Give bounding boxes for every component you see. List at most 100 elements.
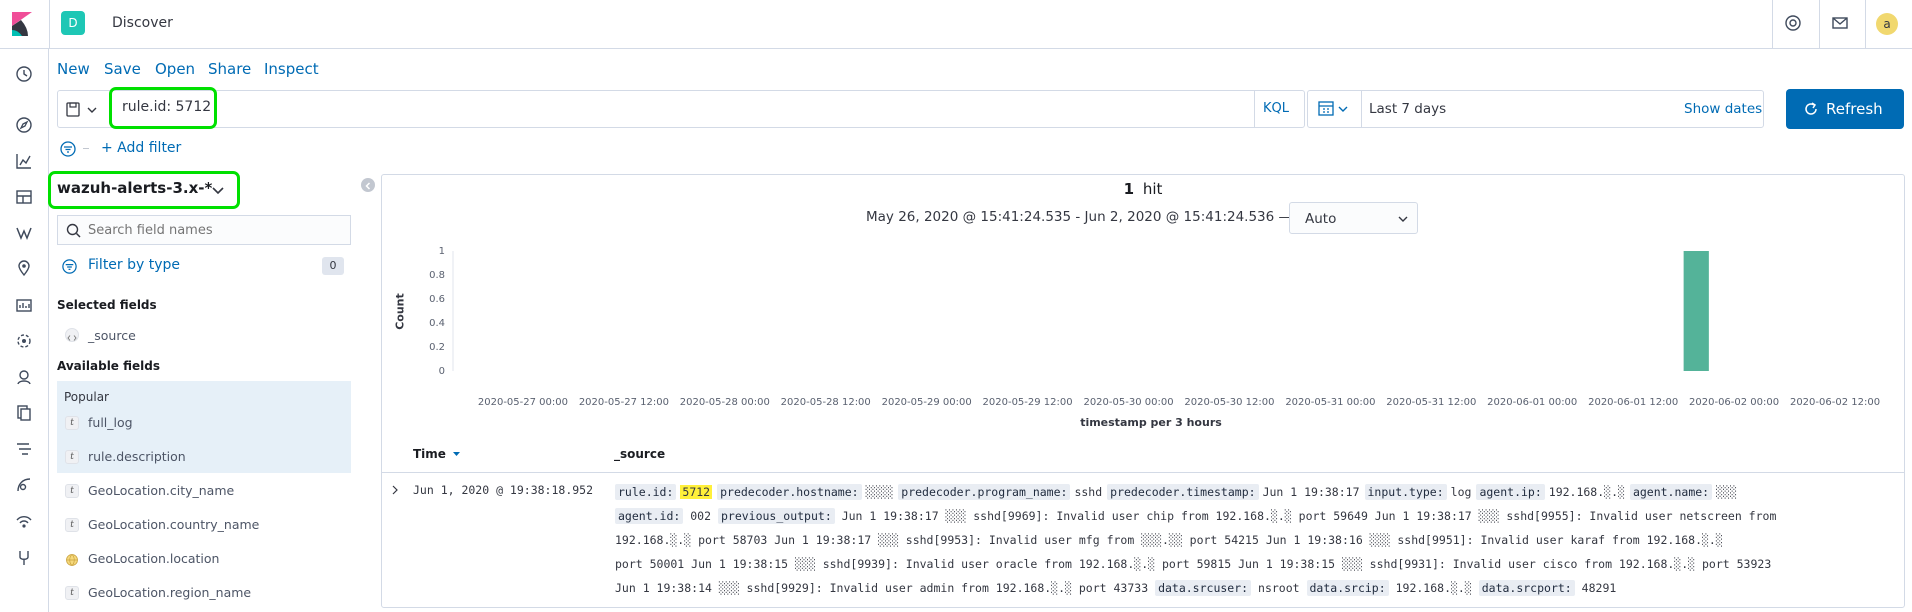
- source-value: 48291: [1581, 581, 1617, 595]
- inspect-link[interactable]: Inspect: [264, 60, 319, 78]
- avatar[interactable]: a: [1876, 13, 1898, 35]
- row-source-line-2: agent.id: 002 previous_output: Jun 1 19:…: [615, 508, 1777, 524]
- x-tick-label: 2020-05-30 12:00: [1184, 397, 1274, 408]
- x-axis-label: timestamp per 3 hours: [1080, 416, 1222, 429]
- kql-toggle[interactable]: KQL: [1263, 101, 1289, 116]
- source-value: nsroot: [1258, 581, 1300, 595]
- expand-row-icon[interactable]: [390, 485, 400, 495]
- x-tick-label: 2020-05-27 12:00: [579, 397, 669, 408]
- clock-icon[interactable]: [14, 64, 34, 84]
- source-key: data.srcuser:: [1155, 580, 1252, 596]
- x-tick-label: 2020-05-30 00:00: [1083, 397, 1173, 408]
- logs-icon[interactable]: [14, 403, 34, 423]
- string-type-icon: t: [65, 450, 79, 464]
- query-divider: [1254, 91, 1255, 127]
- collapse-sidebar-icon[interactable]: [361, 178, 375, 192]
- source-key: agent.id:: [615, 508, 684, 524]
- query-bar: [57, 90, 1305, 128]
- interval-select[interactable]: Auto: [1289, 202, 1418, 234]
- geo-type-icon: [65, 552, 79, 566]
- source-value: sshd: [1074, 485, 1103, 499]
- string-type-icon: t: [65, 416, 79, 430]
- selected-field-source[interactable]: _source: [88, 328, 136, 343]
- time-column-header[interactable]: Time: [413, 447, 461, 461]
- x-tick-label: 2020-06-01 12:00: [1588, 397, 1678, 408]
- filter-type-icon: [62, 259, 77, 274]
- source-value: Jun 1 19:38:14 ░░░ sshd[9929]: Invalid u…: [615, 581, 1149, 595]
- row-source-line-5: Jun 1 19:38:14 ░░░ sshd[9929]: Invalid u…: [615, 580, 1617, 596]
- source-key: predecoder.hostname:: [717, 484, 862, 500]
- filter-count-badge: 0: [322, 257, 344, 275]
- time-header-label: Time: [413, 447, 446, 461]
- x-tick-label: 2020-05-28 12:00: [781, 397, 871, 408]
- side-nav: [0, 49, 49, 612]
- histogram-bar: [1683, 251, 1709, 371]
- saved-query-button[interactable]: [64, 99, 104, 121]
- hit-label: hit: [1142, 180, 1163, 198]
- siem-icon[interactable]: [14, 511, 34, 531]
- dashboard-icon[interactable]: [14, 187, 34, 207]
- field-full-log[interactable]: full_log: [88, 415, 133, 430]
- source-key: agent.ip:: [1476, 484, 1545, 500]
- y-tick-label: 0.4: [429, 318, 445, 329]
- field-geo-region[interactable]: GeoLocation.region_name: [88, 585, 251, 600]
- selected-fields-heading: Selected fields: [57, 298, 157, 312]
- source-key: predecoder.program_name:: [898, 484, 1071, 500]
- share-link[interactable]: Share: [208, 60, 251, 78]
- x-tick-label: 2020-06-02 00:00: [1689, 397, 1779, 408]
- uptime-icon[interactable]: [14, 475, 34, 495]
- infra-icon[interactable]: [14, 367, 34, 387]
- row-source-line-1: rule.id: 5712 predecoder.hostname: ░░░░ pred…: [615, 484, 1742, 500]
- compass-icon[interactable]: [14, 115, 34, 135]
- source-value: Jun 1 19:38:17: [1262, 485, 1360, 499]
- histogram-chart: 0 0.2 0.4 0.6 0.8 1 2020-05-27 00:00 2020-05-27…: [429, 246, 1880, 408]
- table-row: Jun 1, 2020 @ 19:38:18.952 rule.id: 5712 p…: [382, 473, 1904, 603]
- field-geo-location[interactable]: GeoLocation.location: [88, 551, 219, 566]
- filter-by-type-label: Filter by type: [88, 257, 181, 273]
- show-dates-link[interactable]: Show dates: [1684, 101, 1762, 117]
- source-value: 002: [690, 509, 712, 523]
- x-tick-label: 2020-05-28 00:00: [680, 397, 770, 408]
- new-link[interactable]: New: [57, 60, 90, 78]
- ml-icon[interactable]: [14, 331, 34, 351]
- wazuh-icon[interactable]: [14, 223, 34, 243]
- calendar-icon[interactable]: [1316, 99, 1356, 119]
- refresh-button[interactable]: Refresh: [1786, 89, 1904, 129]
- sort-down-icon: [453, 452, 461, 456]
- x-tick-label: 2020-05-27 00:00: [478, 397, 568, 408]
- add-filter-link[interactable]: + Add filter: [101, 140, 181, 156]
- save-link[interactable]: Save: [104, 60, 141, 78]
- row-time: Jun 1, 2020 @ 19:38:18.952: [413, 483, 594, 497]
- maps-icon[interactable]: [14, 259, 34, 279]
- row-source-line-4: port 50001 Jun 1 19:38:15 ░░░ sshd[9939]…: [615, 557, 1772, 571]
- visualize-icon[interactable]: [14, 151, 34, 171]
- canvas-icon[interactable]: [14, 295, 34, 315]
- source-value: Jun 1 19:38:17 ░░░ sshd[9969]: Invalid u…: [841, 509, 1777, 523]
- x-tick-label: 2020-05-31 00:00: [1285, 397, 1375, 408]
- help-icon[interactable]: [1779, 10, 1807, 38]
- field-search: [57, 215, 351, 245]
- kibana-logo-icon[interactable]: [12, 12, 34, 36]
- open-link[interactable]: Open: [155, 60, 195, 78]
- x-tick-label: 2020-05-29 00:00: [882, 397, 972, 408]
- filter-icon[interactable]: [59, 140, 77, 158]
- hits-date-range: May 26, 2020 @ 15:41:24.535 - Jun 2, 202…: [866, 209, 1293, 225]
- search-field-names-input[interactable]: [88, 221, 343, 239]
- x-tick-label: 2020-05-29 12:00: [983, 397, 1073, 408]
- x-tick-label: 2020-06-02 12:00: [1790, 397, 1880, 408]
- y-tick-label: 1: [439, 246, 445, 257]
- query-highlight: [109, 87, 217, 129]
- field-geo-country[interactable]: GeoLocation.country_name: [88, 517, 259, 532]
- source-type-icon: [65, 328, 79, 342]
- field-geo-city[interactable]: GeoLocation.city_name: [88, 483, 234, 498]
- devtools-icon[interactable]: [14, 547, 34, 567]
- time-range[interactable]: Last 7 days: [1369, 101, 1446, 117]
- source-key: previous_output:: [717, 508, 835, 524]
- filter-by-type-button[interactable]: Filter by type 0: [57, 256, 351, 278]
- mail-icon[interactable]: [1826, 10, 1854, 38]
- source-key: input.type:: [1364, 484, 1447, 500]
- apm-icon[interactable]: [14, 439, 34, 459]
- field-rule-description[interactable]: rule.description: [88, 449, 186, 464]
- app-badge[interactable]: D: [61, 11, 85, 35]
- top-bar: D Discover a: [0, 0, 1912, 49]
